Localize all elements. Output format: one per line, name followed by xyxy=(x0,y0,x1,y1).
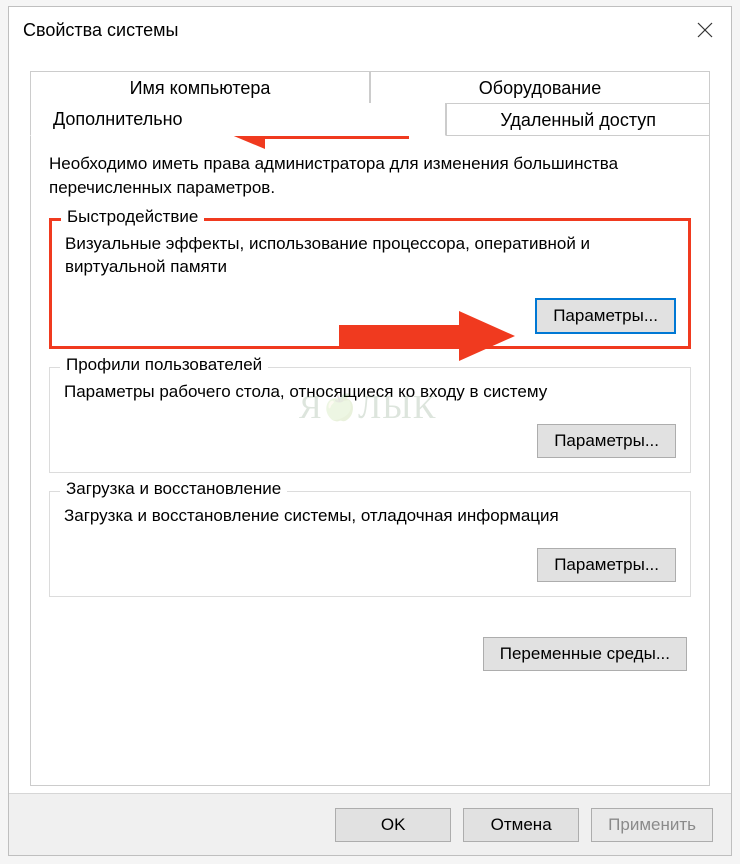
ok-button[interactable]: OK xyxy=(335,808,451,842)
close-icon xyxy=(697,22,713,38)
apply-button[interactable]: Применить xyxy=(591,808,713,842)
system-properties-window: Свойства системы Имя компьютера Оборудов… xyxy=(8,6,732,856)
tab-content-advanced: Необходимо иметь права администратора дл… xyxy=(30,136,710,786)
environment-variables-button[interactable]: Переменные среды... xyxy=(483,637,687,671)
admin-rights-note: Необходимо иметь права администратора дл… xyxy=(49,152,691,200)
cancel-button[interactable]: Отмена xyxy=(463,808,579,842)
tab-row-2: Дополнительно Удаленный доступ xyxy=(30,103,710,136)
tab-remote[interactable]: Удаленный доступ xyxy=(446,103,710,136)
user-profiles-group: Профили пользователей Параметры рабочего… xyxy=(49,367,691,473)
dialog-footer: OK Отмена Применить xyxy=(9,793,731,855)
user-profiles-settings-button[interactable]: Параметры... xyxy=(537,424,676,458)
performance-desc: Визуальные эффекты, использование процес… xyxy=(65,232,675,280)
performance-legend: Быстродействие xyxy=(61,207,204,227)
tab-advanced[interactable]: Дополнительно xyxy=(30,103,446,136)
tab-computer-name[interactable]: Имя компьютера xyxy=(30,71,370,103)
titlebar: Свойства системы xyxy=(9,7,731,53)
window-title: Свойства системы xyxy=(23,20,178,41)
startup-recovery-settings-button[interactable]: Параметры... xyxy=(537,548,676,582)
performance-settings-button[interactable]: Параметры... xyxy=(536,299,675,333)
user-profiles-legend: Профили пользователей xyxy=(60,355,268,375)
tab-row-1: Имя компьютера Оборудование xyxy=(30,71,710,103)
performance-group: Быстродействие Визуальные эффекты, испол… xyxy=(49,218,691,350)
close-button[interactable] xyxy=(687,15,723,45)
startup-recovery-desc: Загрузка и восстановление системы, отлад… xyxy=(64,504,676,528)
startup-recovery-legend: Загрузка и восстановление xyxy=(60,479,287,499)
tab-hardware[interactable]: Оборудование xyxy=(370,71,710,103)
user-profiles-desc: Параметры рабочего стола, относящиеся ко… xyxy=(64,380,676,404)
startup-recovery-group: Загрузка и восстановление Загрузка и вос… xyxy=(49,491,691,597)
